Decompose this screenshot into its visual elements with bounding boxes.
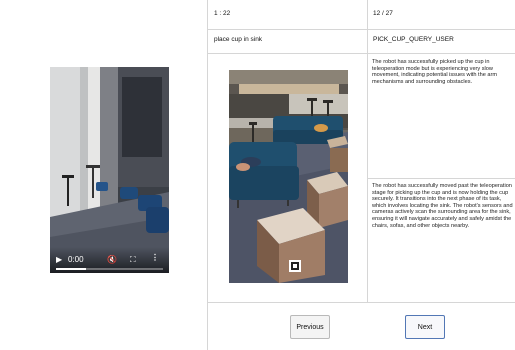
video-controls: ▶ 0:00 🔇 ⛶ ⋮ <box>50 247 169 273</box>
next-button[interactable]: Next <box>405 315 445 339</box>
fullscreen-icon[interactable]: ⛶ <box>130 255 136 265</box>
play-icon[interactable]: ▶ <box>56 255 62 265</box>
more-vertical-icon[interactable]: ⋮ <box>151 253 159 263</box>
grid-line <box>367 178 515 179</box>
grid-line <box>207 302 515 303</box>
task-instruction: place cup in sink <box>214 36 263 43</box>
step-counter: 1 : 22 <box>214 10 231 17</box>
scene-photo <box>229 70 348 283</box>
frame-counter: 12 / 27 <box>373 10 393 17</box>
video-panel: ▶ 0:00 🔇 ⛶ ⋮ <box>0 0 207 350</box>
task-action: PICK_CUP_QUERY_USER <box>373 36 454 43</box>
description-first: The robot has successfully picked up the… <box>372 59 497 85</box>
video-player[interactable]: ▶ 0:00 🔇 ⛶ ⋮ <box>50 67 169 273</box>
previous-button[interactable]: Previous <box>290 315 330 339</box>
grid-line <box>207 29 515 30</box>
grid-line <box>207 53 515 54</box>
volume-muted-icon[interactable]: 🔇 <box>107 255 117 265</box>
video-time: 0:00 <box>68 255 84 264</box>
scene-image <box>229 70 348 283</box>
seek-progress <box>56 268 86 270</box>
grid-line <box>367 0 368 302</box>
video-frame <box>50 67 169 273</box>
description-second: The robot has successfully moved past th… <box>372 183 513 229</box>
